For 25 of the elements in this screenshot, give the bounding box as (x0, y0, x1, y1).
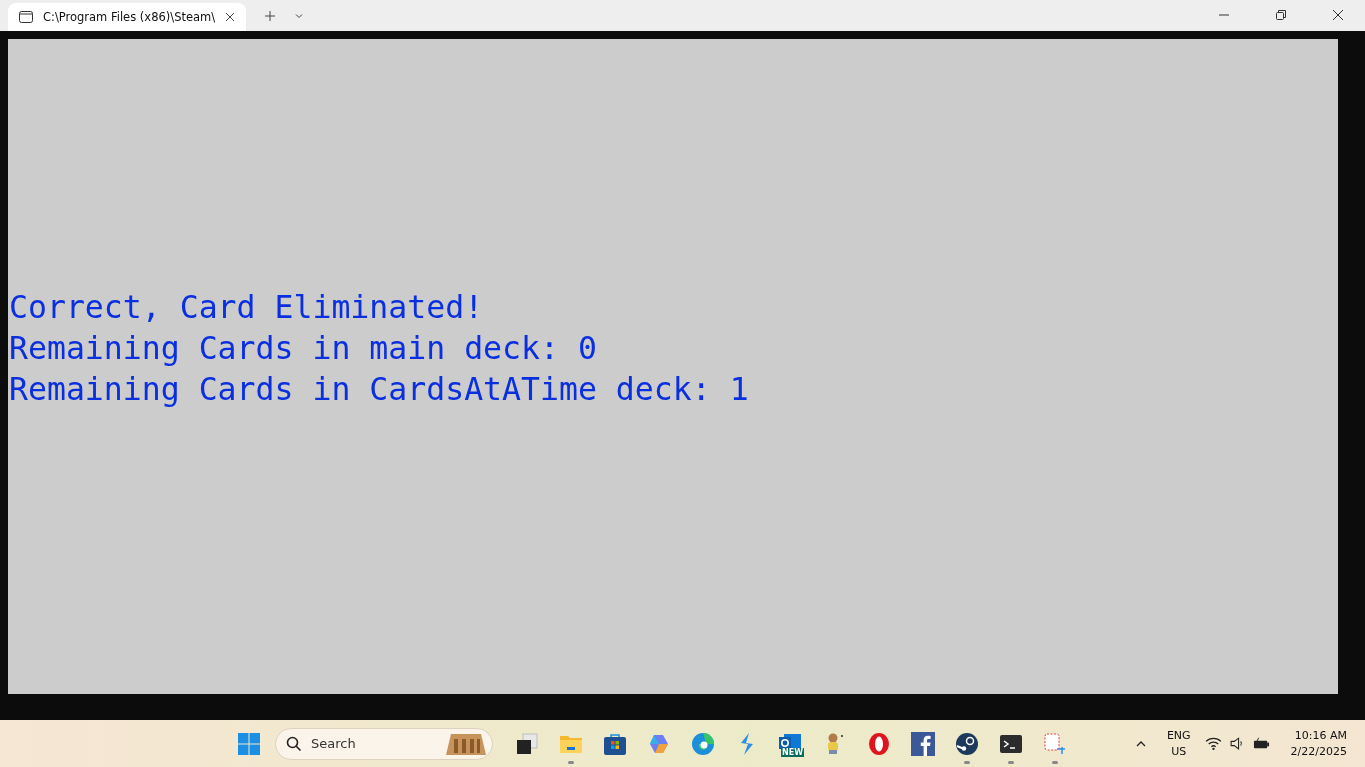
console-line: Correct, Card Eliminated! (8, 288, 485, 327)
new-badge: NEW (781, 747, 804, 757)
console-line: Remaining Cards in main deck: 0 (8, 329, 598, 368)
snipping-tool-icon[interactable] (1043, 731, 1067, 756)
search-icon (286, 735, 302, 752)
language-label[interactable]: ENG (1166, 727, 1191, 744)
opera-browser-icon[interactable] (867, 731, 891, 756)
facebook-icon[interactable] (911, 731, 935, 756)
region-label[interactable]: US (1171, 743, 1187, 760)
console-line: Remaining Cards in CardsAtATime deck: 1 (8, 370, 750, 409)
store-bag-icon[interactable] (603, 731, 627, 756)
clock-time[interactable]: 10:16 AM (1294, 727, 1347, 744)
wifi-icon[interactable] (1204, 736, 1222, 751)
close-icon[interactable] (1332, 9, 1344, 21)
windows-start-icon[interactable] (237, 731, 261, 756)
terminal-tab[interactable]: C:\Program Files (x86)\Steam\ (8, 3, 246, 31)
new-tab-icon[interactable] (264, 10, 276, 22)
restore-icon[interactable] (1275, 9, 1287, 21)
task-view-icon[interactable] (515, 731, 539, 756)
close-tab-icon[interactable] (224, 11, 237, 23)
battery-icon[interactable] (1252, 736, 1270, 751)
tab-title: C:\Program Files (x86)\Steam\ (43, 10, 216, 24)
search-field[interactable]: Search (275, 727, 493, 760)
clock-date[interactable]: 2/22/2025 (1290, 743, 1347, 760)
steam-icon[interactable] (955, 731, 979, 756)
